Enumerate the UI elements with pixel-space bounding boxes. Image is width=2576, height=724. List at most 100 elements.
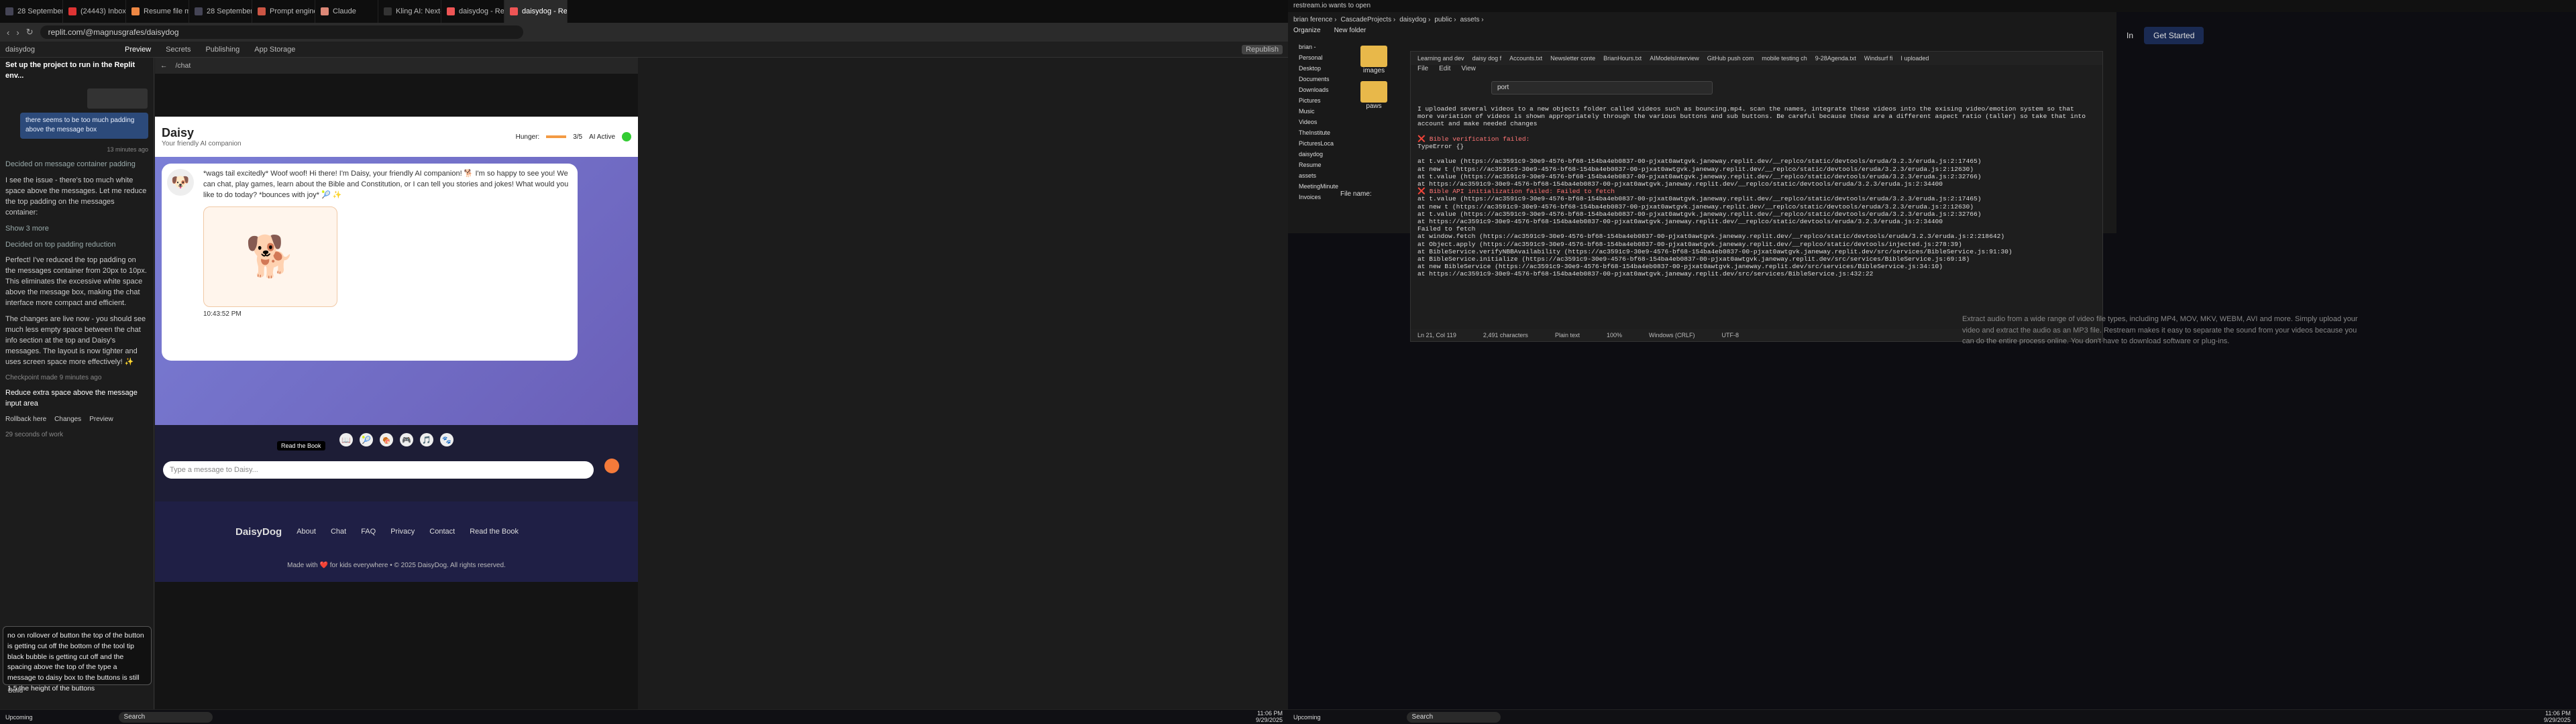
preview-back-icon[interactable]: ←	[160, 62, 168, 70]
changes-button[interactable]: Changes	[54, 415, 81, 425]
breadcrumb-item[interactable]: daisydog ›	[1399, 16, 1430, 23]
book-button[interactable]: 📖	[339, 433, 353, 446]
footer-nav-link[interactable]: FAQ	[361, 528, 376, 536]
sidebar-item[interactable]: Desktop	[1299, 63, 1335, 74]
editor-tab[interactable]: Newsletter conte	[1550, 55, 1595, 62]
reload-icon[interactable]: ↻	[26, 27, 34, 38]
sidebar-item[interactable]: Invoices	[1299, 192, 1335, 202]
show-more[interactable]: Show 3 more	[0, 221, 154, 237]
browser-tab[interactable]: (24443) Inbox | brianfere	[63, 0, 126, 23]
breadcrumb-item[interactable]: assets ›	[1460, 16, 1484, 23]
url-field[interactable]: replit.com/@magnusgrafes/daisydog	[40, 25, 523, 39]
forward-icon[interactable]: ›	[16, 27, 19, 38]
republish-button[interactable]: Republish	[1242, 44, 1283, 54]
footer-nav-link[interactable]: Contact	[429, 528, 455, 536]
hunger-label: Hunger:	[515, 133, 540, 141]
new-folder-button[interactable]: New folder	[1334, 27, 1366, 38]
work-time: 29 seconds of work	[5, 430, 64, 438]
taskbar-search[interactable]: Search	[118, 711, 213, 723]
right-tab[interactable]: Secrets	[166, 46, 191, 54]
sidebar-item[interactable]: Music	[1299, 106, 1335, 117]
back-icon[interactable]: ‹	[7, 27, 9, 38]
menu-item[interactable]: View	[1461, 65, 1476, 76]
folder[interactable]: images	[1340, 46, 1407, 74]
sidebar-item[interactable]: MeetingMinute	[1299, 181, 1338, 192]
weather[interactable]: Upcoming	[5, 714, 33, 721]
browser-tab[interactable]: Kling AI: Next-Gen AI Vide	[378, 0, 441, 23]
browser-tab[interactable]: Resume file managemen	[126, 0, 189, 23]
right-tab[interactable]: App Storage	[254, 46, 295, 54]
breadcrumb-item[interactable]: public ›	[1434, 16, 1456, 23]
weather-right[interactable]: Upcoming	[1293, 714, 1321, 721]
editor-tab[interactable]: Accounts.txt	[1509, 55, 1542, 62]
breadcrumb-item[interactable]: CascadeProjects ›	[1340, 16, 1395, 23]
decided-1[interactable]: Decided on message container padding	[0, 157, 154, 173]
sidebar-item[interactable]: Resume	[1299, 160, 1335, 170]
sidebar-item[interactable]: assets	[1299, 170, 1335, 181]
app-title: Daisy	[162, 126, 195, 139]
sidebar-item[interactable]: TheInstitute	[1299, 127, 1335, 138]
send-button[interactable]	[604, 459, 619, 473]
sidebar-item[interactable]: Downloads	[1299, 84, 1335, 95]
preview-button[interactable]: Preview	[89, 415, 113, 425]
footer-nav-link[interactable]: Read the Book	[470, 528, 519, 536]
checkpoint-actions: Rollback here Changes Preview	[0, 412, 154, 428]
tab-label: Kling AI: Next-Gen AI Vide	[396, 7, 441, 15]
editor-tab[interactable]: Learning and dev	[1417, 55, 1464, 62]
preview-url[interactable]: /chat	[176, 62, 191, 70]
sidebar-item[interactable]: Videos	[1299, 117, 1335, 127]
sound-icon[interactable]	[622, 132, 631, 141]
preview-urlbar: ← /chat	[155, 58, 638, 74]
editor-tab[interactable]: BrianHours.txt	[1603, 55, 1642, 62]
browser-tab[interactable]: 28 September – 4 Octobe	[0, 0, 63, 23]
get-started-button[interactable]: Get Started	[2144, 27, 2204, 44]
dog-image: 🐕	[203, 206, 337, 307]
sidebar-item[interactable]: Pictures	[1299, 95, 1335, 106]
browser-tab[interactable]: 28 September – 4 Octobe	[189, 0, 252, 23]
signin-link[interactable]: In	[2127, 31, 2133, 40]
rollback-button[interactable]: Rollback here	[5, 415, 46, 425]
browser-tab[interactable]: Prompt engineering tech	[252, 0, 315, 23]
sidebar-item[interactable]: PicturesLoca	[1299, 138, 1335, 149]
editor-tab[interactable]: mobile testing ch	[1762, 55, 1807, 62]
folder-icon	[1360, 46, 1387, 67]
build-button[interactable]: Build	[3, 684, 28, 699]
tab-label: daisydog - Replit	[459, 7, 504, 15]
editor-tab[interactable]: 9-28Agenda.txt	[1815, 55, 1856, 62]
feed-button[interactable]: 🍖	[380, 433, 393, 446]
taskbar-search-right[interactable]: Search	[1406, 711, 1501, 723]
editor-tab[interactable]: Windsurf fi	[1864, 55, 1893, 62]
editor-tab[interactable]: AIModelsInterview	[1650, 55, 1699, 62]
browser-tab[interactable]: daisydog - Replit	[504, 0, 568, 23]
editor-text[interactable]: I uploaded several videos to a new objec…	[1417, 105, 2095, 278]
browser-tab[interactable]: daisydog - Replit	[441, 0, 504, 23]
tab-favicon	[195, 7, 203, 15]
find-field[interactable]: port	[1491, 81, 1713, 95]
breadcrumb-item[interactable]: brian ference ›	[1293, 16, 1336, 23]
footer-nav-link[interactable]: Privacy	[390, 528, 415, 536]
menu-item[interactable]: Edit	[1439, 65, 1450, 76]
editor-tab[interactable]: daisy dog f	[1472, 55, 1502, 62]
sidebar-item[interactable]: daisydog	[1299, 149, 1335, 160]
footer-nav-link[interactable]: Chat	[331, 528, 346, 536]
editor-tab[interactable]: I uploaded	[1900, 55, 1929, 62]
right-tab[interactable]: Publishing	[205, 46, 239, 54]
organize-button[interactable]: Organize	[1293, 27, 1321, 38]
paw-button[interactable]: 🐾	[440, 433, 453, 446]
right-tab[interactable]: Preview	[125, 46, 151, 54]
editor-line: at t.value (https://ac3591c9-30e9-4576-b…	[1417, 210, 1982, 218]
music-button[interactable]: 🎵	[420, 433, 433, 446]
status-item: UTF-8	[1721, 332, 1739, 339]
sidebar-item[interactable]: Documents	[1299, 74, 1335, 84]
menu-item[interactable]: File	[1417, 65, 1428, 76]
editor-tab[interactable]: GitHub push com	[1707, 55, 1754, 62]
decided-2[interactable]: Decided on top padding reduction	[0, 237, 154, 253]
prompt-input[interactable]: no on rollover of button the top of the …	[3, 626, 152, 692]
sidebar-item[interactable]: brian - Personal	[1299, 42, 1335, 63]
browser-tab[interactable]: Claude	[315, 0, 378, 23]
game-button[interactable]: 🎮	[400, 433, 413, 446]
play-button[interactable]: 🎾	[360, 433, 373, 446]
footer-nav-link[interactable]: About	[297, 528, 316, 536]
folder[interactable]: paws	[1340, 81, 1407, 110]
message-input[interactable]: Type a message to Daisy...	[163, 461, 594, 479]
